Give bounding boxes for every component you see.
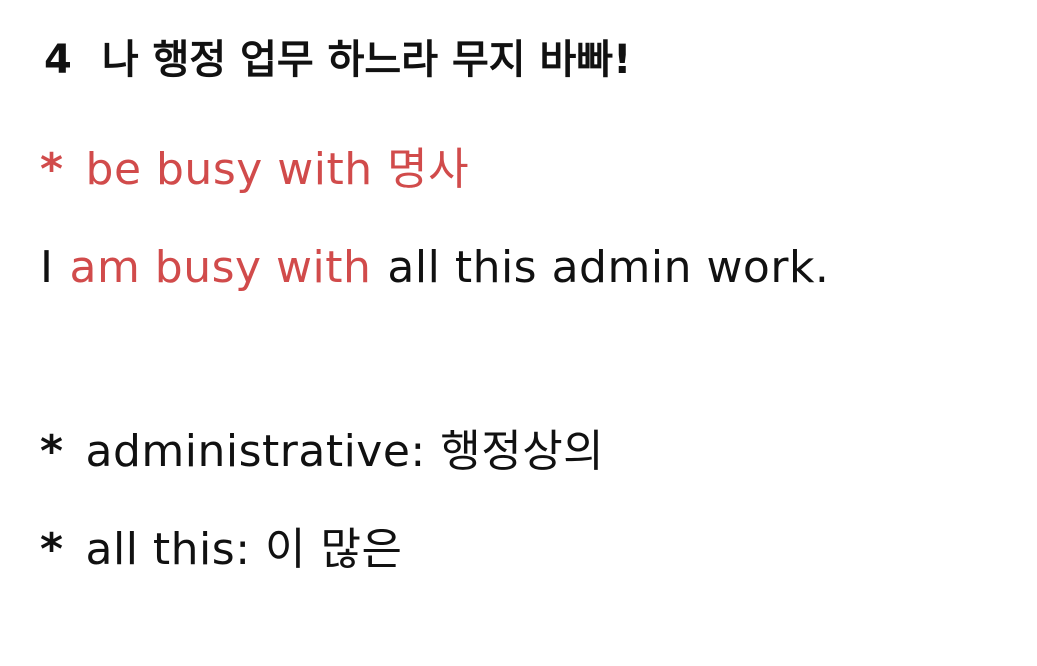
pattern-text: be busy with 명사 <box>85 144 470 195</box>
vocab-item: * administrative: 행정상의 <box>40 422 604 482</box>
example-sentence: Iam busy with all this admin work. <box>40 238 829 298</box>
vocab-bullet: * <box>40 426 64 477</box>
vocab-bullet: * <box>40 524 64 575</box>
vocab-text: all this: 이 많은 <box>85 524 403 575</box>
example-highlight: am busy with <box>69 242 372 293</box>
lesson-title: 나 행정 업무 하느라 무지 바빠! <box>101 37 632 83</box>
example-subject: I <box>40 242 54 293</box>
vocab-item: * all this: 이 많은 <box>40 520 402 580</box>
pattern-bullet: * <box>40 144 64 195</box>
lesson-heading: 4 나 행정 업무 하느라 무지 바빠! <box>44 32 631 88</box>
lesson-number: 4 <box>44 37 72 83</box>
pattern-line: * be busy with 명사 <box>40 140 469 200</box>
example-rest: all this admin work. <box>387 242 830 293</box>
vocab-text: administrative: 행정상의 <box>85 426 605 477</box>
